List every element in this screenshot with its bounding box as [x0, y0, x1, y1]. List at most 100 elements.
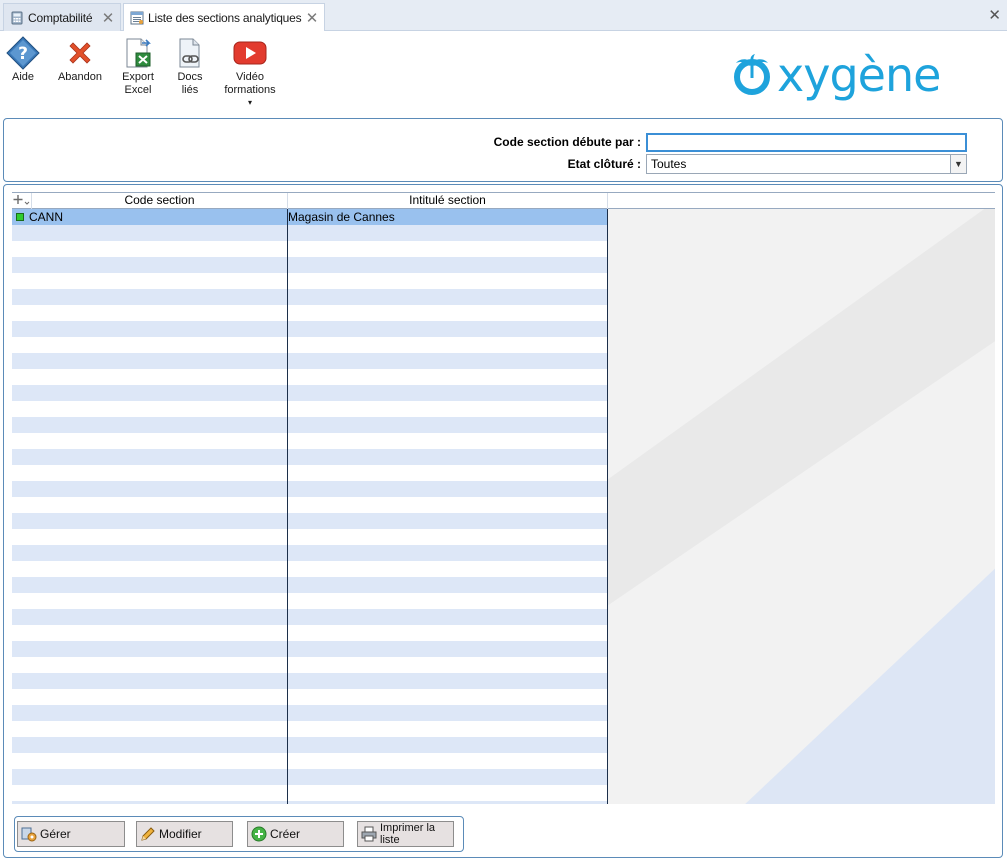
- code-cell: [12, 385, 287, 401]
- close-icon[interactable]: ✕: [304, 9, 320, 27]
- imprimer-liste-button[interactable]: Imprimer la liste: [357, 821, 454, 847]
- intitule-cell: [288, 689, 607, 705]
- etat-cloture-select[interactable]: Toutes ▼: [646, 154, 967, 174]
- table-row: [12, 433, 607, 449]
- tab-comptabilite[interactable]: Comptabilité ✕: [3, 3, 121, 31]
- intitule-cell: [288, 433, 607, 449]
- table-row: [12, 689, 607, 705]
- action-button-group: Gérer Modifier Créer Imprimer la liste: [14, 816, 464, 852]
- intitule-cell: [288, 401, 607, 417]
- code-cell: [12, 497, 287, 513]
- add-column-icon[interactable]: [12, 193, 32, 209]
- code-cell: [12, 737, 287, 753]
- linked-docs-icon: [173, 37, 207, 69]
- gerer-label: Gérer: [40, 827, 71, 841]
- code-cell: [12, 449, 287, 465]
- intitule-cell: [288, 577, 607, 593]
- docs-lies-button[interactable]: Docs liés: [171, 37, 209, 97]
- video-formations-button[interactable]: Vidéo formations ▾: [222, 37, 278, 107]
- column-header-intitule[interactable]: Intitulé section: [288, 193, 608, 209]
- intitule-cell: [288, 497, 607, 513]
- intitule-cell: [288, 705, 607, 721]
- intitule-cell: [288, 481, 607, 497]
- code-cell: [12, 593, 287, 609]
- intitule-cell: [288, 673, 607, 689]
- code-cell: [12, 257, 287, 273]
- export-excel-button[interactable]: Export Excel: [118, 37, 158, 97]
- intitule-cell: [288, 465, 607, 481]
- video-formations-label: Vidéo formations: [224, 71, 276, 96]
- intitule-cell: [288, 321, 607, 337]
- code-cell: [12, 337, 287, 353]
- intitule-cell: [288, 513, 607, 529]
- background-decoration: [742, 562, 995, 804]
- table-row: [12, 769, 607, 785]
- intitule-cell: [288, 609, 607, 625]
- list-window-icon: [130, 11, 144, 25]
- intitule-cell: [288, 593, 607, 609]
- table-row: [12, 705, 607, 721]
- intitule-cell: [288, 625, 607, 641]
- code-cell: [12, 721, 287, 737]
- table-row: [12, 641, 607, 657]
- intitule-cell: [288, 337, 607, 353]
- creer-label: Créer: [270, 827, 301, 841]
- column-divider: [287, 209, 288, 804]
- tab-liste-sections[interactable]: Liste des sections analytiques ✕: [123, 3, 325, 32]
- window-close-icon[interactable]: ✕: [988, 6, 1001, 24]
- table-header: Code section Intitulé section: [12, 192, 995, 209]
- intitule-cell: [288, 657, 607, 673]
- column-header-code[interactable]: Code section: [32, 193, 288, 209]
- export-excel-label: Export Excel: [122, 71, 154, 96]
- abandon-button[interactable]: Abandon: [56, 37, 104, 84]
- table-row: [12, 609, 607, 625]
- intitule-cell: [288, 417, 607, 433]
- table-row: [12, 353, 607, 369]
- modifier-button[interactable]: Modifier: [136, 821, 233, 847]
- intitule-cell: [288, 801, 607, 804]
- table-row: [12, 529, 607, 545]
- calculator-icon: [10, 11, 24, 25]
- code-cell: [12, 609, 287, 625]
- table-row: [12, 721, 607, 737]
- table-row: [12, 241, 607, 257]
- table-body: CANN Magasin de Cannes: [12, 209, 607, 804]
- intitule-cell: [288, 769, 607, 785]
- close-icon[interactable]: ✕: [100, 9, 116, 27]
- aide-button[interactable]: ? Aide: [4, 36, 42, 84]
- table-row: [12, 561, 607, 577]
- table-row: [12, 417, 607, 433]
- intitule-cell: [288, 737, 607, 753]
- code-cell: [12, 321, 287, 337]
- table-row: [12, 513, 607, 529]
- code-cell: [12, 353, 287, 369]
- code-cell: [12, 625, 287, 641]
- intitule-cell: [288, 721, 607, 737]
- table-row: [12, 657, 607, 673]
- intitule-cell: [288, 641, 607, 657]
- modifier-label: Modifier: [159, 827, 202, 841]
- add-circle-icon: [251, 826, 267, 842]
- code-cell: [12, 481, 287, 497]
- table-row: [12, 369, 607, 385]
- excel-export-icon: [121, 37, 155, 69]
- gerer-button[interactable]: Gérer: [17, 821, 125, 847]
- filter-panel: Code section débute par : Etat clôturé :…: [3, 118, 1003, 182]
- code-cell: [12, 641, 287, 657]
- table-row: [12, 577, 607, 593]
- column-divider: [607, 209, 608, 804]
- imprimer-liste-label: Imprimer la liste: [380, 822, 436, 846]
- table-row: [12, 273, 607, 289]
- code-section-input[interactable]: [646, 133, 967, 152]
- tab-strip: Comptabilité ✕ Liste des sections analyt…: [0, 0, 1007, 32]
- code-cell: [12, 273, 287, 289]
- table-row: [12, 337, 607, 353]
- intitule-cell: [288, 353, 607, 369]
- code-cell: [12, 689, 287, 705]
- intitule-cell: [288, 225, 607, 241]
- creer-button[interactable]: Créer: [247, 821, 344, 847]
- chevron-down-icon[interactable]: ▼: [950, 155, 966, 173]
- code-cell: [12, 225, 287, 241]
- dropdown-caret-icon[interactable]: ▾: [248, 99, 252, 107]
- table-row[interactable]: CANN Magasin de Cannes: [12, 209, 607, 225]
